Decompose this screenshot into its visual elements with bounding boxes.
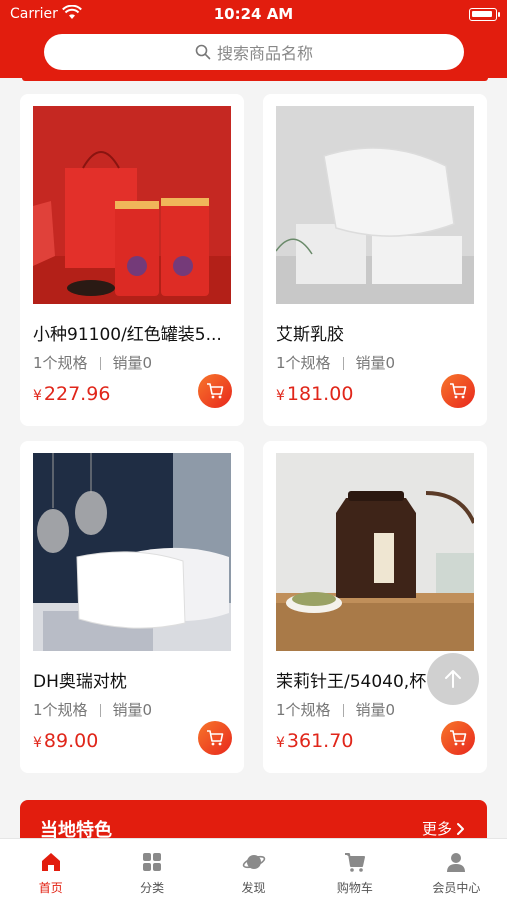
more-label: 更多	[421, 820, 452, 838]
cart-icon	[343, 850, 367, 874]
chevron-right-icon	[456, 822, 465, 836]
cart-icon	[450, 730, 467, 746]
product-meta: 1个规格 销量0	[33, 699, 152, 720]
add-to-cart-button[interactable]	[198, 721, 232, 755]
product-price: ¥227.96	[33, 383, 110, 405]
divider	[342, 704, 344, 717]
status-bar: Carrier 10:24 AM	[0, 0, 507, 30]
product-sales: 销量0	[112, 354, 153, 372]
price-value: 361.70	[286, 730, 354, 752]
product-name[interactable]: DH奥瑞对枕	[33, 667, 233, 692]
product-name[interactable]: 艾斯乳胶	[276, 320, 476, 345]
header-edge	[22, 78, 488, 81]
tab-cart[interactable]: 购物车	[304, 839, 405, 900]
product-price: ¥89.00	[33, 730, 98, 752]
tab-label: 会员中心	[432, 881, 481, 895]
search-icon	[195, 44, 211, 60]
add-to-cart-button[interactable]	[441, 374, 475, 408]
clock: 10:24 AM	[213, 5, 294, 23]
currency-symbol: ¥	[276, 388, 285, 404]
more-link[interactable]: 更多	[422, 818, 465, 838]
product-image[interactable]	[33, 106, 231, 304]
cart-icon	[207, 383, 224, 399]
battery-icon	[469, 8, 500, 21]
product-meta: 1个规格 销量0	[276, 699, 395, 720]
price-value: 89.00	[43, 730, 99, 752]
search-input[interactable]: 搜索商品名称	[44, 34, 464, 70]
product-card[interactable]: 艾斯乳胶 1个规格 销量0 ¥181.00	[263, 94, 487, 426]
price-value: 181.00	[286, 383, 354, 405]
tab-category[interactable]: 分类	[101, 839, 202, 900]
planet-icon	[242, 850, 266, 874]
product-feed[interactable]: 小种91100/红色罐装5... 1个规格 销量0 ¥227.96 艾斯乳胶 1个…	[0, 78, 507, 838]
divider	[99, 704, 101, 717]
search-placeholder: 搜索商品名称	[216, 44, 313, 63]
product-card[interactable]: DH奥瑞对枕 1个规格 销量0 ¥89.00	[20, 441, 244, 773]
cart-icon	[450, 383, 467, 399]
cart-icon	[207, 730, 224, 746]
product-price: ¥181.00	[276, 383, 353, 405]
product-sales: 销量0	[355, 701, 396, 719]
product-spec: 1个规格	[33, 354, 88, 372]
product-sales: 销量0	[355, 354, 396, 372]
currency-symbol: ¥	[33, 735, 42, 751]
product-name[interactable]: 小种91100/红色罐装5...	[33, 320, 233, 345]
product-meta: 1个规格 销量0	[276, 352, 395, 373]
local-specialty-section: 当地特色 更多	[20, 800, 487, 838]
product-image[interactable]	[276, 453, 474, 651]
tab-member[interactable]: 会员中心	[406, 839, 507, 900]
scroll-to-top-button[interactable]	[427, 653, 479, 705]
tab-home[interactable]: 首页	[0, 839, 101, 900]
arrow-up-icon	[445, 670, 461, 688]
product-price: ¥361.70	[276, 730, 353, 752]
product-spec: 1个规格	[276, 354, 331, 372]
tab-label: 分类	[140, 881, 165, 895]
product-meta: 1个规格 销量0	[33, 352, 152, 373]
product-card[interactable]: 小种91100/红色罐装5... 1个规格 销量0 ¥227.96	[20, 94, 244, 426]
currency-symbol: ¥	[276, 735, 285, 751]
product-card[interactable]: 茉莉针王/54040,杯 1个规格 销量0 ¥361.70	[263, 441, 487, 773]
tab-label: 发现	[241, 881, 266, 895]
home-icon	[39, 850, 63, 874]
product-image[interactable]	[276, 106, 474, 304]
add-to-cart-button[interactable]	[198, 374, 232, 408]
divider	[342, 357, 344, 370]
bottom-tab-bar: 首页 分类 发现 购物车 会员中心	[0, 838, 507, 900]
search-header: 搜索商品名称	[0, 30, 507, 78]
user-icon	[444, 850, 468, 874]
tab-discover[interactable]: 发现	[203, 839, 304, 900]
product-sales: 销量0	[112, 701, 153, 719]
section-title: 当地特色	[40, 820, 112, 838]
tab-label: 购物车	[336, 881, 373, 895]
currency-symbol: ¥	[33, 388, 42, 404]
product-spec: 1个规格	[276, 701, 331, 719]
grid-icon	[140, 850, 164, 874]
product-image[interactable]	[33, 453, 231, 651]
divider	[99, 357, 101, 370]
add-to-cart-button[interactable]	[441, 721, 475, 755]
price-value: 227.96	[43, 383, 111, 405]
tab-label: 首页	[38, 881, 63, 895]
product-spec: 1个规格	[33, 701, 88, 719]
